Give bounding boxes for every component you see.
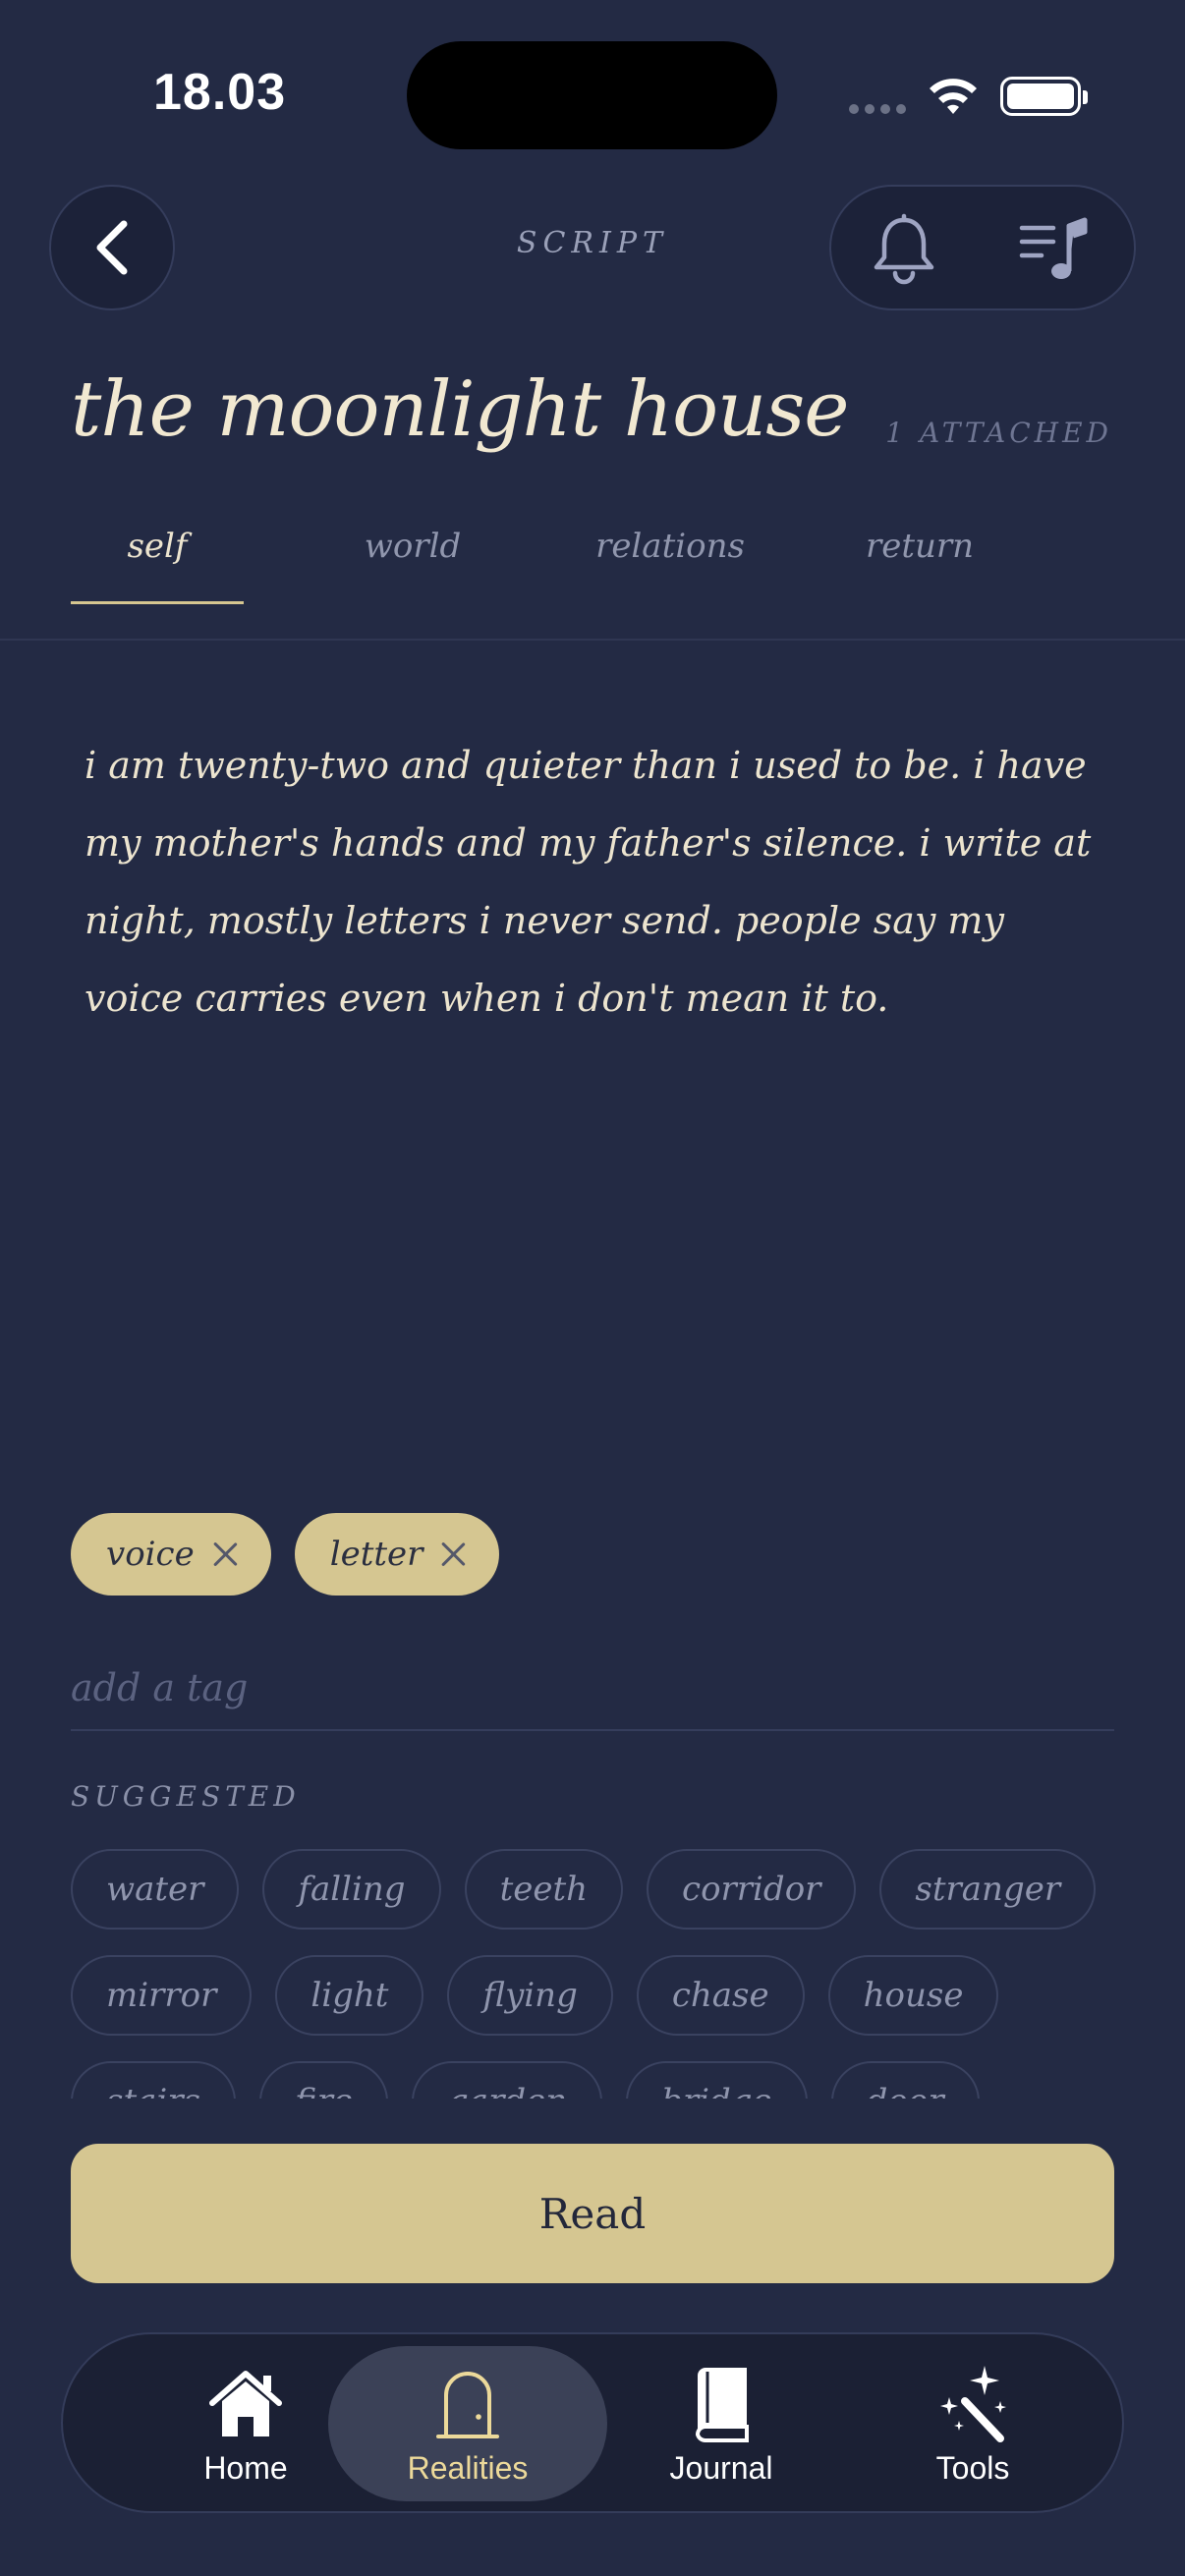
suggested-tags: water falling teeth corridor stranger mi…: [71, 1849, 1122, 2099]
nav-label: Home: [203, 2449, 288, 2486]
suggested-tag[interactable]: garden: [412, 2061, 603, 2099]
tab-relations[interactable]: relations: [567, 527, 773, 605]
suggested-tag[interactable]: stranger: [879, 1849, 1097, 1930]
suggested-tag[interactable]: teeth: [464, 1849, 624, 1930]
script-title: the moonlight house: [71, 365, 849, 454]
nav-label: Realities: [407, 2449, 529, 2486]
nav-label: Journal: [669, 2449, 773, 2486]
suggested-tag[interactable]: light: [275, 1955, 424, 2036]
tab-active-indicator: [71, 601, 244, 604]
read-button[interactable]: Read: [71, 2144, 1114, 2283]
script-tabs: self world relations return: [71, 527, 1112, 605]
suggested-label: SUGGESTED: [71, 1780, 301, 1813]
suggested-tag[interactable]: chase: [636, 1955, 805, 2036]
close-icon[interactable]: [440, 1541, 466, 1567]
music-button[interactable]: [1016, 212, 1091, 287]
nav-item-realities[interactable]: Realities: [328, 2346, 607, 2501]
tag-label: letter: [329, 1535, 423, 1574]
notifications-button[interactable]: [867, 212, 941, 287]
suggested-tag[interactable]: house: [827, 1955, 999, 2036]
divider: [0, 639, 1185, 641]
suggested-tag[interactable]: fire: [258, 2061, 389, 2099]
tag-chip: voice: [71, 1513, 271, 1596]
suggested-tag[interactable]: water: [71, 1849, 240, 1930]
bell-icon: [874, 213, 934, 285]
suggested-tag[interactable]: corridor: [647, 1849, 857, 1930]
suggested-tag[interactable]: falling: [262, 1849, 441, 1930]
attached-count[interactable]: 1 ATTACHED: [885, 417, 1112, 449]
home-icon: [209, 2370, 282, 2436]
book-icon: [695, 2367, 749, 2442]
tab-return[interactable]: return: [833, 527, 1006, 605]
header-actions: [829, 185, 1136, 310]
tag-label: voice: [106, 1535, 195, 1574]
script-body-text[interactable]: i am twenty-two and quieter than i used …: [85, 727, 1106, 1037]
signal-icon: [849, 104, 906, 114]
wifi-icon: [930, 79, 977, 114]
tab-world[interactable]: world: [326, 527, 499, 605]
status-time: 18.03: [153, 64, 287, 121]
suggested-tag[interactable]: bridge: [626, 2061, 808, 2099]
magic-wand-icon: [940, 2365, 1006, 2442]
nav-item-tools[interactable]: Tools: [833, 2346, 1112, 2501]
selected-tags: voice letter: [71, 1513, 500, 1596]
door-icon: [436, 2371, 499, 2438]
tag-chip: letter: [294, 1513, 500, 1596]
battery-icon: [1000, 77, 1088, 116]
suggested-tag[interactable]: stairs: [71, 2061, 236, 2099]
nav-label: Tools: [935, 2449, 1010, 2486]
suggested-tag[interactable]: mirror: [71, 1955, 253, 2036]
nav-item-journal[interactable]: Journal: [582, 2346, 861, 2501]
music-list-icon: [1019, 217, 1088, 279]
tab-self[interactable]: self: [71, 527, 244, 605]
suggested-tag[interactable]: door: [830, 2061, 980, 2099]
close-icon[interactable]: [212, 1541, 238, 1567]
dynamic-island: [407, 41, 777, 149]
suggested-tag[interactable]: flying: [447, 1955, 613, 2036]
add-tag-input[interactable]: [71, 1647, 1114, 1731]
bottom-nav: Home Realities Journal Tools: [61, 2332, 1124, 2513]
